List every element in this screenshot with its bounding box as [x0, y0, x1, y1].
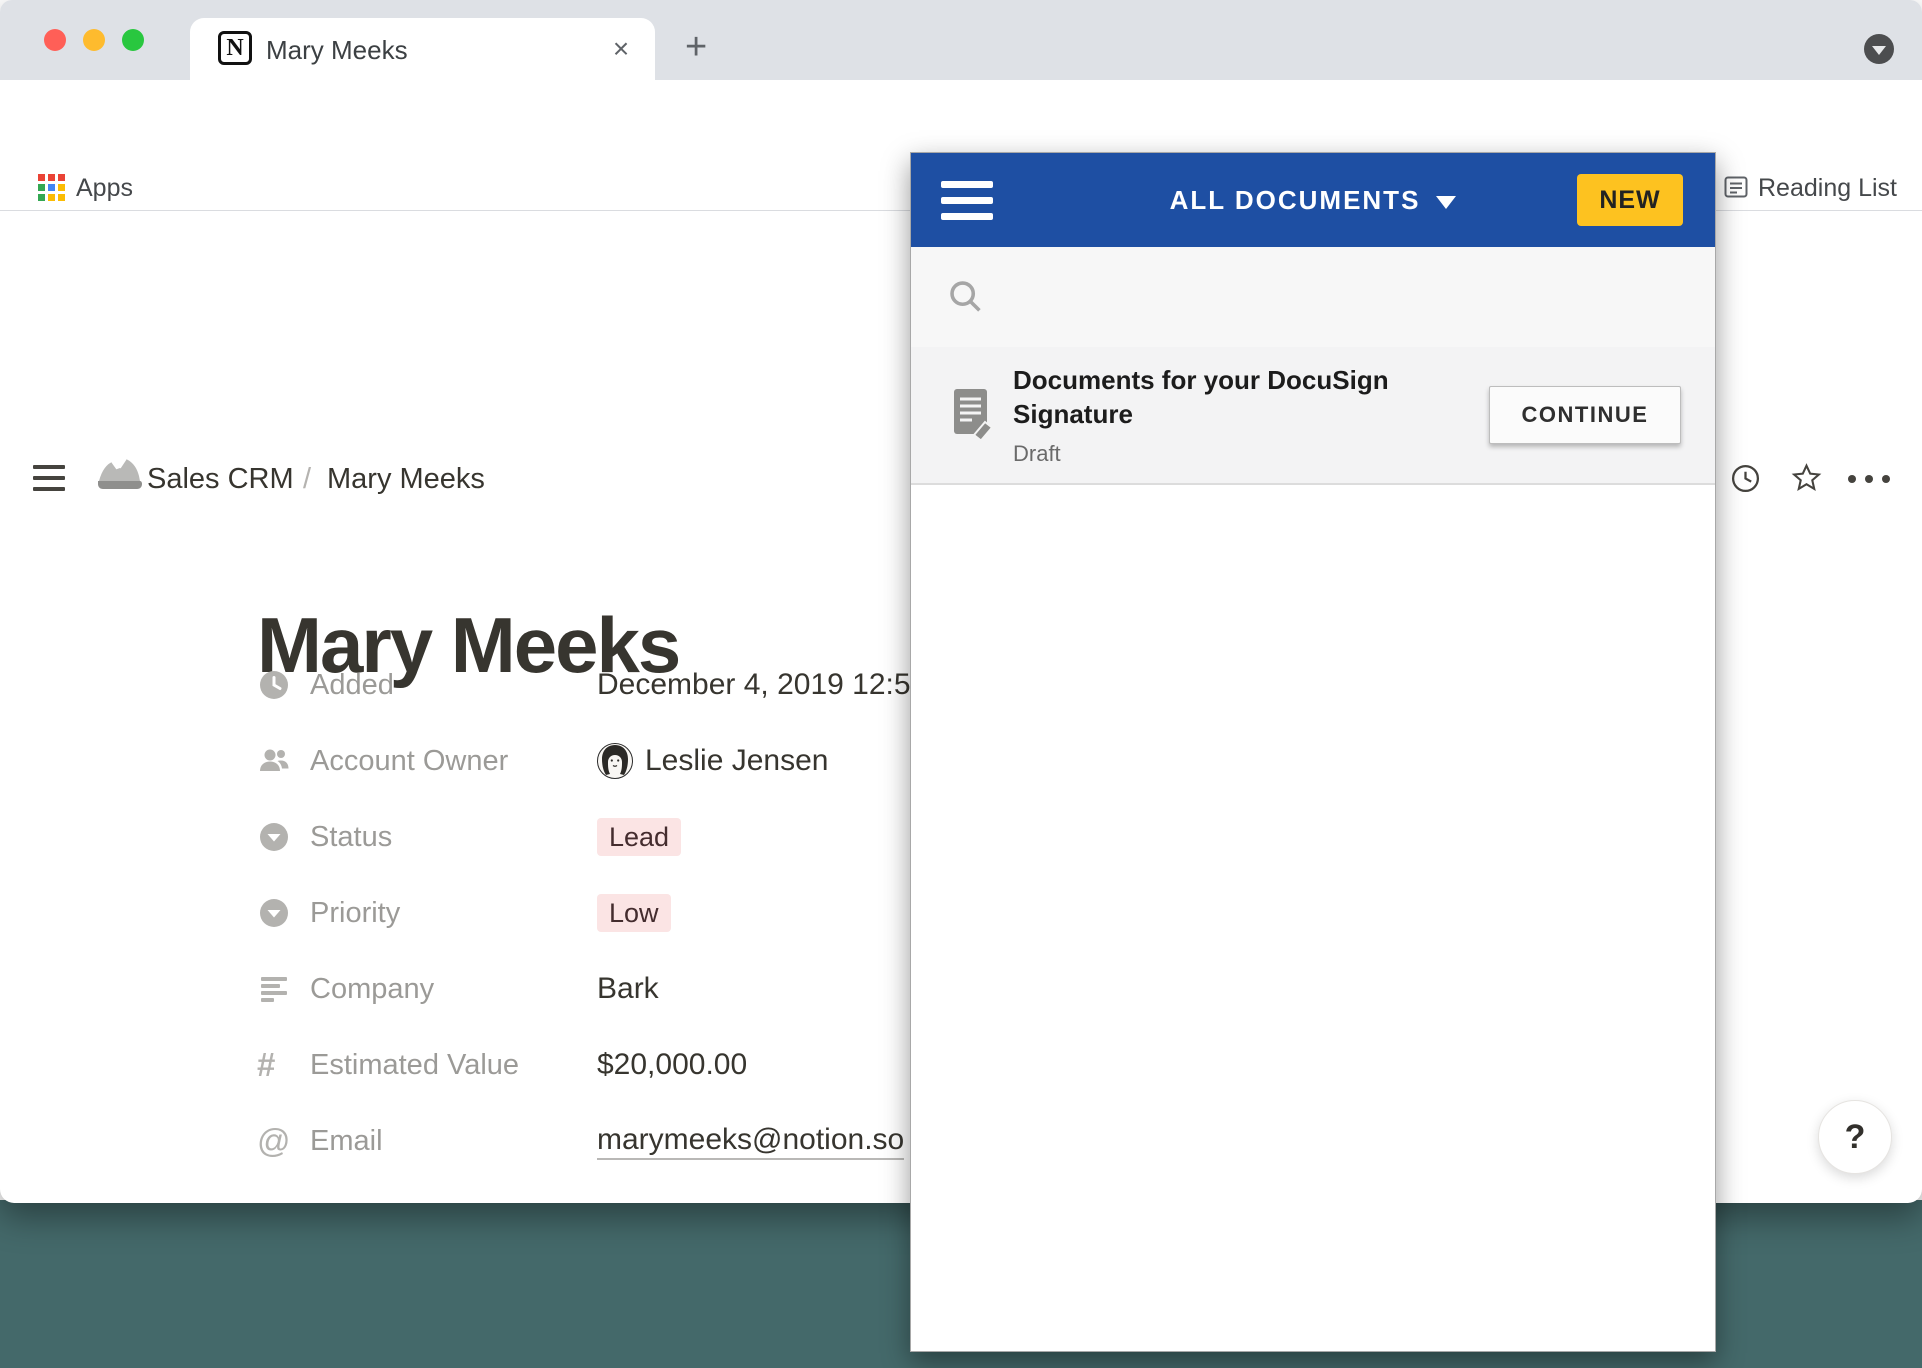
document-list-empty-area — [911, 485, 1715, 1351]
new-tab-button[interactable]: + — [685, 28, 707, 66]
document-status: Draft — [1013, 441, 1433, 467]
property-value[interactable]: $20,000.00 — [597, 1048, 747, 1082]
property-label[interactable]: Status — [310, 821, 597, 854]
select-icon — [257, 820, 310, 854]
docusign-popup: ALL DOCUMENTS NEW Documents for your Doc… — [910, 152, 1716, 1352]
property-label[interactable]: Priority — [310, 897, 597, 930]
reading-list-label[interactable]: Reading List — [1758, 174, 1897, 203]
tab-close-icon[interactable]: × — [602, 30, 640, 68]
apps-label[interactable]: Apps — [76, 174, 133, 203]
tab-search-chevron-icon[interactable] — [1864, 34, 1894, 64]
favorite-star-icon[interactable] — [1790, 461, 1823, 499]
text-icon — [257, 972, 310, 1006]
number-hash-icon: # — [257, 1046, 310, 1084]
person-name: Leslie Jensen — [645, 744, 828, 778]
page-more-options-icon[interactable] — [1848, 475, 1890, 483]
apps-grid-icon[interactable] — [38, 174, 64, 200]
status-tag[interactable]: Lead — [597, 818, 681, 856]
person-icon — [257, 744, 310, 778]
breadcrumb-workspace[interactable]: Sales CRM — [147, 463, 294, 496]
close-window-button[interactable] — [44, 29, 66, 51]
browser-tab[interactable]: N Mary Meeks × — [190, 18, 655, 80]
new-document-button[interactable]: NEW — [1577, 174, 1683, 226]
property-label[interactable]: Email — [310, 1125, 597, 1158]
page-history-clock-icon[interactable] — [1730, 463, 1761, 499]
property-value[interactable]: Bark — [597, 972, 659, 1006]
tab-title: Mary Meeks — [266, 35, 408, 66]
created-time-clock-icon — [257, 668, 310, 702]
help-button[interactable]: ? — [1818, 1100, 1892, 1174]
property-value[interactable]: Low — [597, 894, 671, 932]
property-label[interactable]: Account Owner — [310, 745, 597, 778]
minimize-window-button[interactable] — [83, 29, 105, 51]
screenshot-root: { "browser": { "tab_title": "Mary Meeks"… — [0, 0, 1922, 1368]
leslie-jensen-avatar — [597, 743, 633, 779]
property-label[interactable]: Estimated Value — [310, 1049, 597, 1082]
breadcrumb-separator: / — [303, 463, 311, 496]
property-value[interactable]: marymeeks@notion.so — [597, 1123, 904, 1160]
tab-strip: N Mary Meeks × + — [0, 0, 1922, 80]
property-value[interactable]: December 4, 2019 12:52 — [597, 668, 927, 702]
document-edit-icon — [951, 387, 997, 444]
notion-sidebar-hamburger-icon[interactable] — [33, 465, 65, 491]
docusign-menu-hamburger-icon[interactable] — [941, 181, 993, 220]
document-list-item[interactable]: Documents for your DocuSign Signature Dr… — [911, 347, 1715, 485]
property-label[interactable]: Company — [310, 973, 597, 1006]
document-search-bar[interactable] — [911, 247, 1715, 347]
search-icon — [947, 278, 985, 316]
document-title: Documents for your DocuSign Signature — [1013, 363, 1433, 431]
docusign-header: ALL DOCUMENTS NEW — [911, 153, 1715, 247]
all-documents-label[interactable]: ALL DOCUMENTS — [1170, 185, 1421, 216]
property-value[interactable]: Leslie Jensen — [597, 743, 828, 779]
continue-button[interactable]: CONTINUE — [1489, 386, 1681, 444]
property-label[interactable]: Added — [310, 669, 597, 702]
email-at-icon: @ — [257, 1122, 310, 1160]
priority-tag[interactable]: Low — [597, 894, 671, 932]
select-icon — [257, 896, 310, 930]
reading-list-icon[interactable] — [1722, 173, 1750, 206]
notion-favicon-icon: N — [218, 31, 252, 65]
dropdown-triangle-icon — [1436, 196, 1456, 209]
sneaker-icon — [96, 454, 142, 499]
property-value[interactable]: Lead — [597, 818, 681, 856]
breadcrumb-page[interactable]: Mary Meeks — [327, 463, 485, 496]
document-info: Documents for your DocuSign Signature Dr… — [1013, 363, 1433, 467]
zoom-window-button[interactable] — [122, 29, 144, 51]
email-link[interactable]: marymeeks@notion.so — [597, 1123, 904, 1160]
